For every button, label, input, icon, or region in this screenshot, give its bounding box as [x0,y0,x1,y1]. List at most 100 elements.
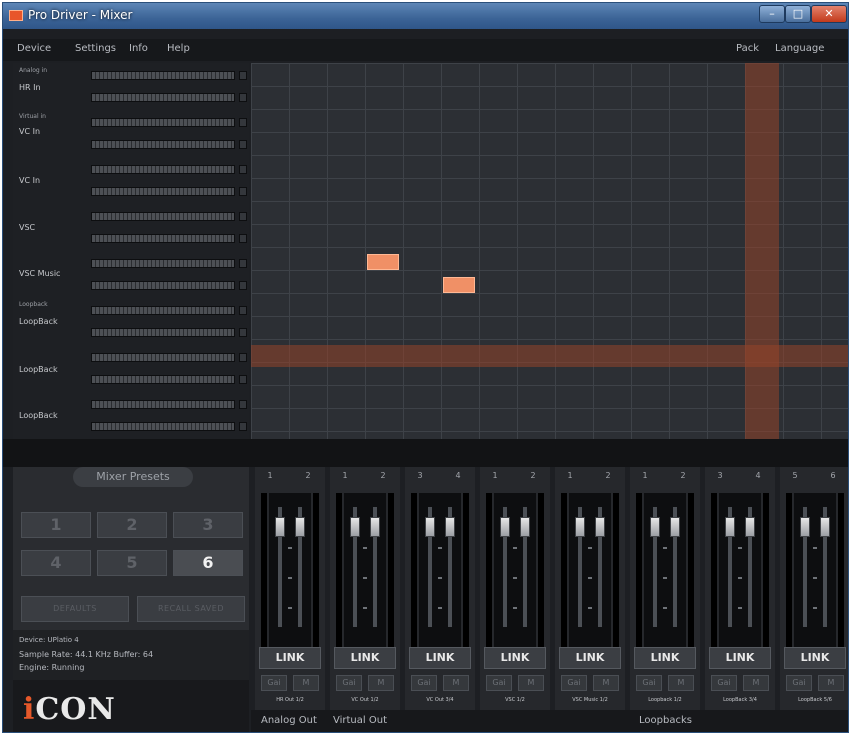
gain-button[interactable]: Gai [411,675,437,691]
menu-help[interactable]: Help [167,43,190,54]
matrix-crosspoint-active[interactable] [367,254,399,270]
output-strip: 3 4 LINK Gai M VC Out 3/4 [405,467,475,712]
fader-knob-left[interactable] [275,517,285,537]
close-button[interactable]: ✕ [811,5,847,23]
mute-button[interactable]: M [818,675,844,691]
menu-device[interactable]: Device [17,43,51,54]
meter-clip-indicator [239,140,247,149]
fader-scale-tick [663,547,667,549]
fader-scale-tick [813,577,817,579]
preset-button-2[interactable]: 2 [97,512,167,538]
menu-settings[interactable]: Settings [75,43,116,54]
output-level-meter [463,493,469,648]
output-level-meter [313,493,319,648]
fader-knob-right[interactable] [745,517,755,537]
link-button[interactable]: LINK [259,647,321,669]
mute-button[interactable]: M [443,675,469,691]
fader-knob-left[interactable] [425,517,435,537]
title-bar: Pro Driver - Mixer – □ ✕ [3,3,848,29]
mute-button[interactable]: M [293,675,319,691]
fader-knob-right[interactable] [595,517,605,537]
input-label: VC In [19,127,41,136]
link-button[interactable]: LINK [334,647,396,669]
defaults-button[interactable]: DEFAULTS [21,596,129,622]
fader-knob-right[interactable] [820,517,830,537]
device-name: Device: UPlatio 4 [19,636,79,644]
fader-knob-left[interactable] [650,517,660,537]
fader-knob-right[interactable] [370,517,380,537]
output-level-meter [763,493,769,648]
menu-pack[interactable]: Pack [736,43,759,54]
fader-knob-right[interactable] [295,517,305,537]
preset-button-5[interactable]: 5 [97,550,167,576]
matrix-crosspoint-active[interactable] [443,277,475,293]
preset-button-3[interactable]: 3 [173,512,243,538]
output-strip: 1 2 LINK Gai M VSC 1/2 [480,467,550,712]
preset-button-4[interactable]: 4 [21,550,91,576]
fader-knob-right[interactable] [670,517,680,537]
fader-scale-tick [663,607,667,609]
maximize-button[interactable]: □ [785,5,811,23]
fader-scale-tick [663,577,667,579]
output-strip-name: VC Out 1/2 [351,697,379,703]
fader-scale-tick [588,547,592,549]
output-strip: 3 4 LINK Gai M LoopBack 3/4 [705,467,775,712]
fader-scale-tick [738,607,742,609]
recall-saved-button[interactable]: RECALL SAVED [137,596,245,622]
output-strip: 1 2 LINK Gai M HR Out 1/2 [255,467,325,712]
group-label-loopbacks: Loopbacks [639,715,692,726]
output-level-meter [711,493,717,648]
gain-button[interactable]: Gai [261,675,287,691]
preset-button-6[interactable]: 6 [173,550,243,576]
preset-button-1[interactable]: 1 [21,512,91,538]
channel-number: 6 [830,471,836,480]
link-button[interactable]: LINK [634,647,696,669]
output-strip-name: VSC 1/2 [505,697,525,703]
channel-number: 5 [792,471,798,480]
channel-number: 1 [642,471,648,480]
fader-knob-right[interactable] [445,517,455,537]
mute-button[interactable]: M [368,675,394,691]
menu-language[interactable]: Language [775,43,824,54]
meter-clip-indicator [239,118,247,127]
mute-button[interactable]: M [668,675,694,691]
gain-button[interactable]: Gai [336,675,362,691]
gain-button[interactable]: Gai [636,675,662,691]
fader-knob-left[interactable] [575,517,585,537]
mute-button[interactable]: M [593,675,619,691]
channel-number: 1 [567,471,573,480]
mute-button[interactable]: M [743,675,769,691]
channel-number: 1 [342,471,348,480]
gain-button[interactable]: Gai [486,675,512,691]
input-level-meter [91,259,235,268]
fader-scale-tick [363,607,367,609]
output-strip-name: VSC Music 1/2 [572,697,608,703]
minimize-button[interactable]: – [759,5,785,23]
link-button[interactable]: LINK [559,647,621,669]
input-group-label: Virtual in [19,113,46,120]
logo-area: iCON [13,680,249,732]
fader-knob-right[interactable] [520,517,530,537]
menu-info[interactable]: Info [129,43,148,54]
output-strip: 1 2 LINK Gai M VC Out 1/2 [330,467,400,712]
fader-scale-tick [363,577,367,579]
fader-knob-left[interactable] [725,517,735,537]
output-level-meter [786,493,792,648]
fader-scale-tick [738,577,742,579]
link-button[interactable]: LINK [409,647,471,669]
gain-button[interactable]: Gai [786,675,812,691]
output-strip: 1 2 LINK Gai M VSC Music 1/2 [555,467,625,712]
link-button[interactable]: LINK [784,647,846,669]
routing-matrix[interactable] [251,63,848,439]
fader-knob-left[interactable] [800,517,810,537]
mute-button[interactable]: M [518,675,544,691]
gain-button[interactable]: Gai [561,675,587,691]
fader-scale-tick [438,547,442,549]
gain-button[interactable]: Gai [711,675,737,691]
link-button[interactable]: LINK [484,647,546,669]
input-level-meter [91,165,235,174]
output-level-meter [636,493,642,648]
link-button[interactable]: LINK [709,647,771,669]
fader-knob-left[interactable] [500,517,510,537]
fader-knob-left[interactable] [350,517,360,537]
